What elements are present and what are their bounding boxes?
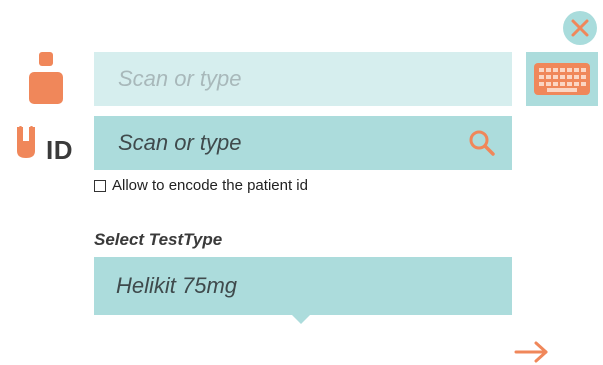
patient-entry-screen: Scan or type ID Scan or type Allow to en… xyxy=(0,0,603,365)
test-type-select[interactable]: Helikit 75mg xyxy=(94,257,512,315)
search-icon[interactable] xyxy=(468,129,496,157)
close-icon xyxy=(571,19,589,37)
id-badge-icon xyxy=(17,126,35,158)
patient-id-field[interactable]: Scan or type xyxy=(94,116,512,170)
test-type-heading: Select TestType xyxy=(94,230,223,249)
patient-id-label: ID xyxy=(46,135,73,165)
select-caret-icon xyxy=(292,315,310,324)
arrow-right-icon[interactable] xyxy=(514,340,550,364)
keyboard-icon xyxy=(534,63,590,95)
patient-name-placeholder: Scan or type xyxy=(118,66,242,91)
encode-patient-id-label: Allow to encode the patient id xyxy=(112,177,308,194)
patient-name-field[interactable]: Scan or type xyxy=(94,52,512,106)
keyboard-button[interactable] xyxy=(526,52,598,106)
encode-patient-id-option: Allow to encode the patient id xyxy=(94,177,308,194)
test-type-selected-value: Helikit 75mg xyxy=(116,273,238,298)
person-icon xyxy=(29,52,63,104)
patient-id-placeholder: Scan or type xyxy=(118,130,242,155)
encode-patient-id-checkbox[interactable] xyxy=(94,179,106,192)
close-button[interactable] xyxy=(563,11,597,45)
